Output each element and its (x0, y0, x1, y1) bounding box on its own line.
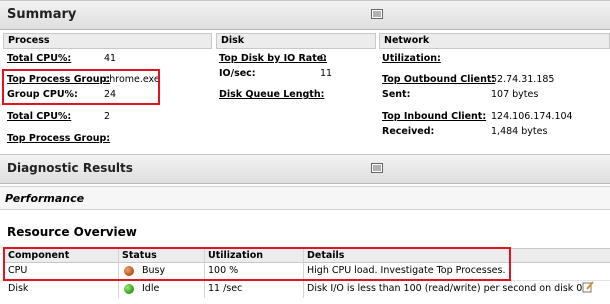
top-disk-io-link[interactable]: Top Disk by IO Rate: (219, 53, 327, 64)
summary-title: Summary (7, 7, 77, 22)
status-cell: Idle (142, 283, 160, 294)
collapse-icon-2[interactable] (371, 163, 383, 173)
performance-title: Performance (5, 192, 85, 205)
process-highlight-box (2, 69, 160, 105)
disk-header-label: Disk (221, 35, 245, 46)
summary-header: Summary (0, 0, 610, 30)
details-cell: Disk I/O is less than 100 (read/write) p… (307, 283, 586, 294)
total-cpu-link-2[interactable]: Total CPU%: (7, 111, 71, 122)
network-column-header: Network (379, 33, 610, 49)
resource-overview-title: Resource Overview (7, 225, 137, 239)
io-sec-label: IO/sec: (219, 68, 256, 79)
top-process-group-link-2[interactable]: Top Process Group: (7, 133, 110, 144)
edit-note-icon[interactable] (582, 281, 594, 293)
table-row[interactable]: Disk Idle 11 /sec Disk I/O is less than … (4, 281, 610, 298)
disk-column-header: Disk (216, 33, 376, 49)
diagnostic-title: Diagnostic Results (7, 161, 133, 175)
top-inbound-client-value: 124.106.174.104 (491, 111, 573, 122)
performance-bar[interactable]: Performance (0, 186, 610, 210)
total-cpu-value: 41 (104, 53, 117, 64)
sent-value: 107 bytes (491, 89, 539, 100)
resource-highlight-box (3, 247, 511, 281)
top-inbound-client-link[interactable]: Top Inbound Client: (382, 111, 486, 122)
io-sec-value: 11 (320, 68, 333, 79)
component-cell: Disk (8, 283, 29, 294)
collapse-icon[interactable] (371, 9, 383, 19)
utilization-cell: 11 /sec (208, 283, 243, 294)
top-outbound-client-value: 52.74.31.185 (491, 74, 555, 85)
received-label: Received: (382, 126, 435, 137)
total-cpu-link[interactable]: Total CPU%: (7, 53, 71, 64)
disk-queue-length-link[interactable]: Disk Queue Length: (219, 89, 324, 100)
network-header-label: Network (384, 35, 430, 46)
diagnostic-header: Diagnostic Results (0, 154, 610, 184)
top-outbound-client-link[interactable]: Top Outbound Client: (382, 74, 495, 85)
total-cpu-value-2: 2 (104, 111, 111, 122)
utilization-link[interactable]: Utilization: (382, 53, 441, 64)
process-column-header: Process (3, 33, 212, 49)
status-idle-icon (124, 284, 134, 294)
received-value: 1,484 bytes (491, 126, 548, 137)
top-disk-io-value: 0 (320, 53, 327, 64)
sent-label: Sent: (382, 89, 411, 100)
process-header-label: Process (8, 35, 50, 46)
